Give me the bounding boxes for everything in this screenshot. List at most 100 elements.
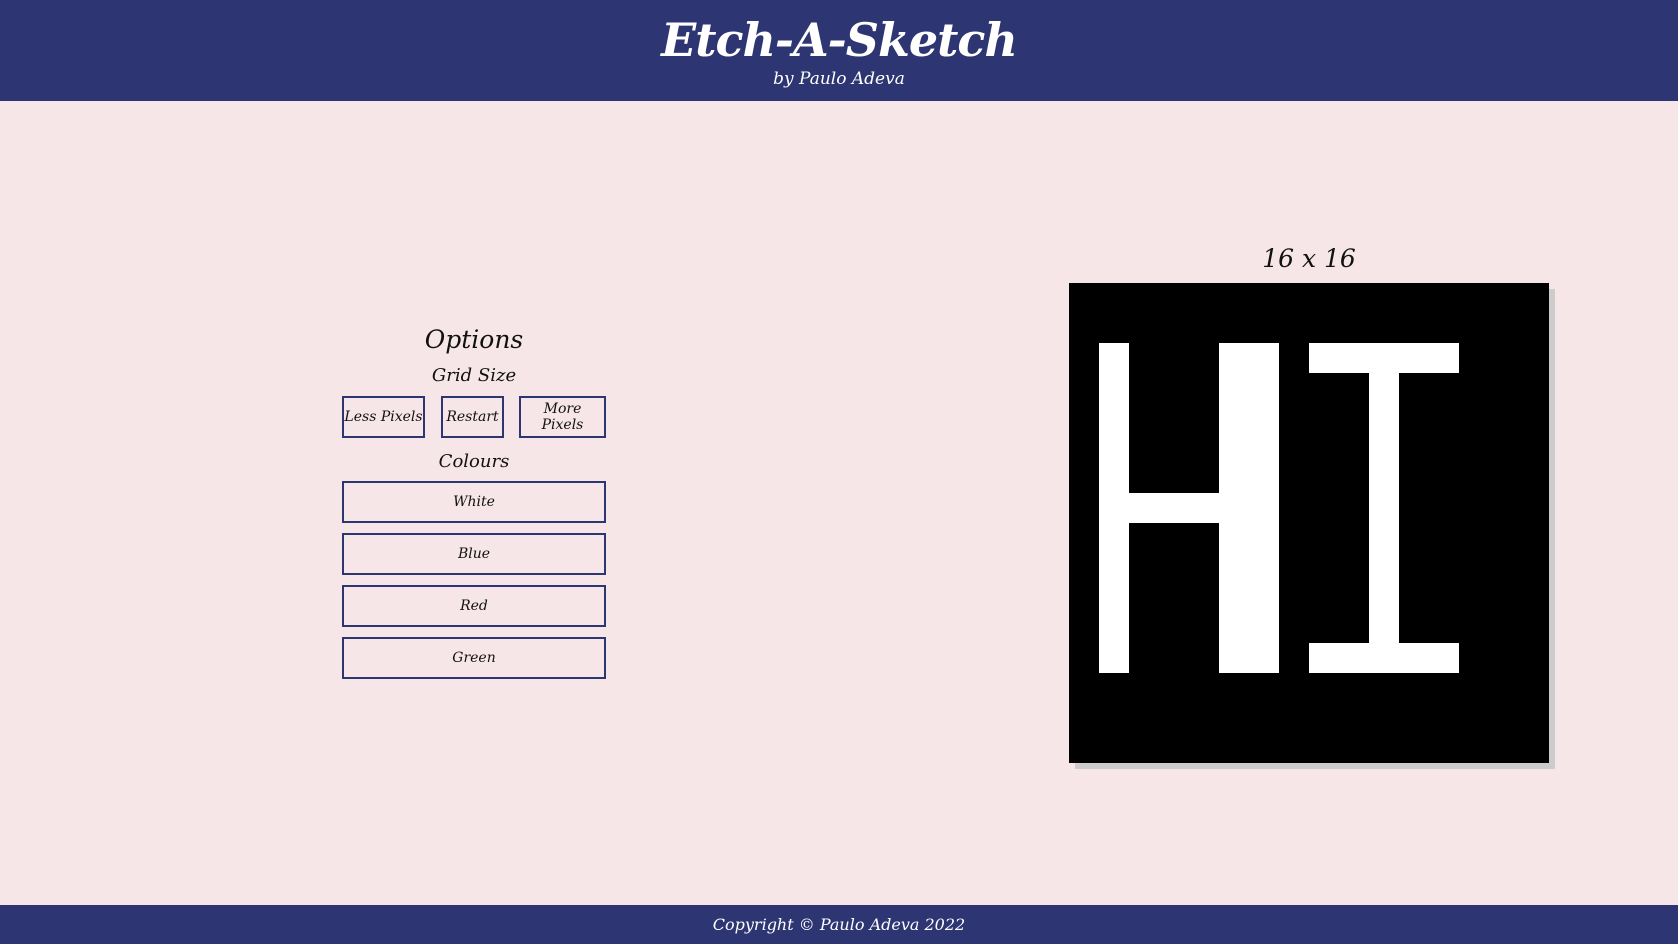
grid-cell[interactable] — [1099, 403, 1129, 433]
grid-cell[interactable] — [1069, 283, 1099, 313]
grid-cell[interactable] — [1279, 403, 1309, 433]
grid-cell[interactable] — [1519, 373, 1549, 403]
grid-cell[interactable] — [1189, 673, 1219, 703]
grid-cell[interactable] — [1309, 403, 1339, 433]
grid-cell[interactable] — [1369, 463, 1399, 493]
grid-cell[interactable] — [1279, 703, 1309, 733]
grid-cell[interactable] — [1489, 673, 1519, 703]
grid-cell[interactable] — [1249, 553, 1279, 583]
grid-cell[interactable] — [1279, 553, 1309, 583]
grid-cell[interactable] — [1339, 343, 1369, 373]
grid-cell[interactable] — [1519, 733, 1549, 763]
grid-cell[interactable] — [1189, 463, 1219, 493]
grid-cell[interactable] — [1429, 493, 1459, 523]
grid-cell[interactable] — [1159, 433, 1189, 463]
grid-cell[interactable] — [1309, 523, 1339, 553]
grid-cell[interactable] — [1369, 673, 1399, 703]
grid-cell[interactable] — [1369, 643, 1399, 673]
grid-cell[interactable] — [1189, 583, 1219, 613]
grid-cell[interactable] — [1369, 433, 1399, 463]
grid-cell[interactable] — [1429, 703, 1459, 733]
grid-cell[interactable] — [1249, 373, 1279, 403]
grid-cell[interactable] — [1309, 463, 1339, 493]
grid-cell[interactable] — [1309, 493, 1339, 523]
grid-cell[interactable] — [1459, 523, 1489, 553]
grid-cell[interactable] — [1489, 463, 1519, 493]
grid-cell[interactable] — [1489, 703, 1519, 733]
grid-cell[interactable] — [1159, 313, 1189, 343]
grid-cell[interactable] — [1519, 523, 1549, 553]
grid-cell[interactable] — [1309, 613, 1339, 643]
grid-cell[interactable] — [1369, 343, 1399, 373]
restart-button[interactable]: Restart — [441, 396, 504, 438]
grid-cell[interactable] — [1279, 493, 1309, 523]
grid-cell[interactable] — [1219, 733, 1249, 763]
colour-green-button[interactable]: Green — [342, 637, 606, 679]
grid-cell[interactable] — [1429, 433, 1459, 463]
grid-cell[interactable] — [1309, 313, 1339, 343]
grid-cell[interactable] — [1159, 403, 1189, 433]
grid-cell[interactable] — [1159, 463, 1189, 493]
grid-cell[interactable] — [1519, 493, 1549, 523]
grid-cell[interactable] — [1069, 583, 1099, 613]
grid-cell[interactable] — [1249, 643, 1279, 673]
grid-cell[interactable] — [1489, 643, 1519, 673]
grid-cell[interactable] — [1249, 493, 1279, 523]
grid-cell[interactable] — [1339, 673, 1369, 703]
grid-cell[interactable] — [1189, 313, 1219, 343]
grid-cell[interactable] — [1219, 403, 1249, 433]
grid-cell[interactable] — [1429, 613, 1459, 643]
grid-cell[interactable] — [1429, 733, 1459, 763]
grid-cell[interactable] — [1339, 493, 1369, 523]
grid-cell[interactable] — [1279, 523, 1309, 553]
grid-cell[interactable] — [1489, 433, 1519, 463]
grid-cell[interactable] — [1459, 313, 1489, 343]
grid-cell[interactable] — [1369, 583, 1399, 613]
grid-cell[interactable] — [1429, 373, 1459, 403]
grid-cell[interactable] — [1099, 703, 1129, 733]
grid-cell[interactable] — [1369, 523, 1399, 553]
grid-cell[interactable] — [1069, 493, 1099, 523]
grid-cell[interactable] — [1339, 373, 1369, 403]
grid-cell[interactable] — [1249, 673, 1279, 703]
grid-cell[interactable] — [1309, 343, 1339, 373]
grid-cell[interactable] — [1279, 643, 1309, 673]
grid-cell[interactable] — [1459, 673, 1489, 703]
grid-cell[interactable] — [1339, 703, 1369, 733]
grid-cell[interactable] — [1099, 373, 1129, 403]
grid-cell[interactable] — [1249, 343, 1279, 373]
grid-cell[interactable] — [1099, 523, 1129, 553]
grid-cell[interactable] — [1399, 703, 1429, 733]
grid-cell[interactable] — [1309, 433, 1339, 463]
grid-cell[interactable] — [1129, 493, 1159, 523]
grid-cell[interactable] — [1099, 313, 1129, 343]
grid-cell[interactable] — [1459, 403, 1489, 433]
grid-cell[interactable] — [1369, 703, 1399, 733]
grid-cell[interactable] — [1489, 523, 1519, 553]
grid-cell[interactable] — [1069, 343, 1099, 373]
grid-cell[interactable] — [1129, 613, 1159, 643]
grid-cell[interactable] — [1189, 433, 1219, 463]
grid-cell[interactable] — [1069, 463, 1099, 493]
grid-cell[interactable] — [1159, 643, 1189, 673]
grid-cell[interactable] — [1069, 733, 1099, 763]
grid-cell[interactable] — [1219, 553, 1249, 583]
grid-cell[interactable] — [1249, 703, 1279, 733]
grid-cell[interactable] — [1249, 583, 1279, 613]
grid-cell[interactable] — [1129, 733, 1159, 763]
colour-white-button[interactable]: White — [342, 481, 606, 523]
grid-cell[interactable] — [1519, 433, 1549, 463]
grid-cell[interactable] — [1069, 523, 1099, 553]
grid-cell[interactable] — [1489, 553, 1519, 583]
grid-cell[interactable] — [1399, 733, 1429, 763]
grid-cell[interactable] — [1369, 553, 1399, 583]
colour-blue-button[interactable]: Blue — [342, 533, 606, 575]
grid-cell[interactable] — [1489, 403, 1519, 433]
grid-cell[interactable] — [1129, 643, 1159, 673]
grid-cell[interactable] — [1399, 583, 1429, 613]
grid-cell[interactable] — [1129, 463, 1159, 493]
grid-cell[interactable] — [1099, 673, 1129, 703]
grid-cell[interactable] — [1459, 703, 1489, 733]
grid-cell[interactable] — [1519, 553, 1549, 583]
grid-cell[interactable] — [1399, 673, 1429, 703]
